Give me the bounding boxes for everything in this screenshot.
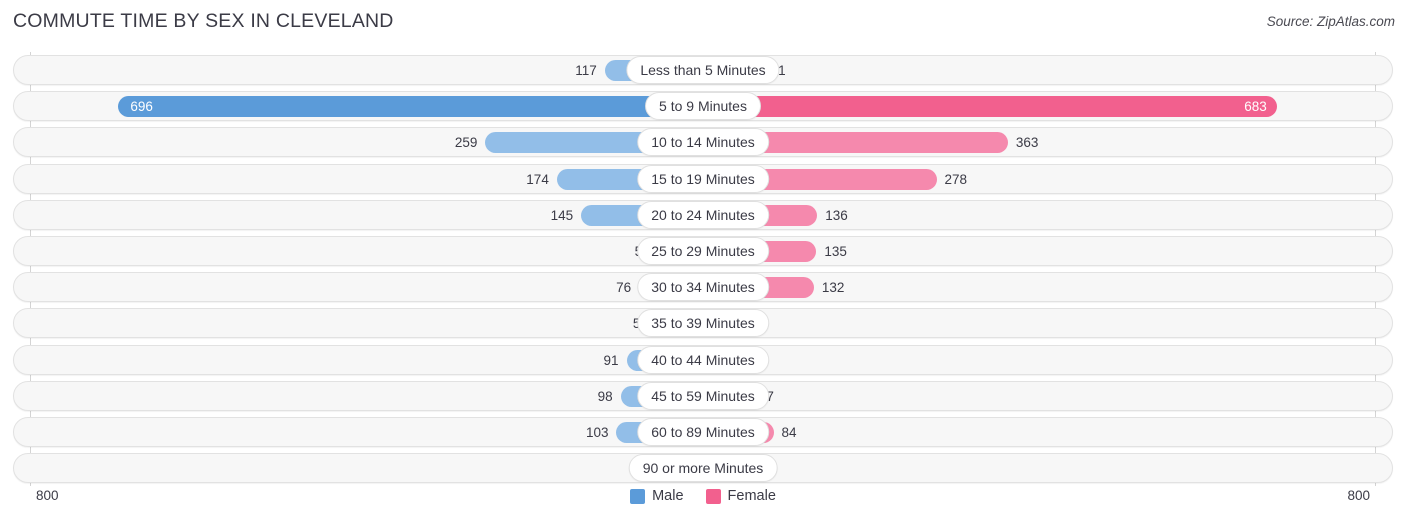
row-bars: 145 136 20 to 24 Minutes bbox=[0, 197, 1406, 233]
legend-label: Female bbox=[727, 488, 776, 504]
row-bars: 103 84 60 to 89 Minutes bbox=[0, 414, 1406, 450]
bar-male[interactable] bbox=[118, 96, 703, 118]
category-label: 15 to 19 Minutes bbox=[637, 164, 769, 193]
table-row: 696 683 5 to 9 Minutes bbox=[0, 88, 1406, 124]
bar-value-male: 145 bbox=[550, 207, 574, 223]
bar-value-female: 683 bbox=[1244, 99, 1267, 115]
page-title: COMMUTE TIME BY SEX IN CLEVELAND bbox=[13, 10, 394, 32]
category-label: 35 to 39 Minutes bbox=[637, 309, 769, 338]
table-row: 11771Less than 5 Minutes bbox=[0, 52, 1406, 88]
bar-value-female: 136 bbox=[825, 207, 848, 223]
bar-value-male: 696 bbox=[130, 99, 153, 115]
table-row: 174 278 15 to 19 Minutes bbox=[0, 161, 1406, 197]
bar-value-male: 91 bbox=[603, 352, 619, 368]
bar-value-male: 98 bbox=[597, 388, 613, 404]
table-row: 985745 to 59 Minutes bbox=[0, 378, 1406, 414]
source-attribution: Source: ZipAtlas.com bbox=[1266, 14, 1395, 29]
bar-value-male: 117 bbox=[575, 63, 597, 78]
bar-value-female: 363 bbox=[1015, 135, 1039, 151]
table-row: 5413525 to 29 Minutes bbox=[0, 233, 1406, 269]
category-label: 10 to 14 Minutes bbox=[637, 128, 769, 157]
chart-container: COMMUTE TIME BY SEX IN CLEVELAND Source:… bbox=[0, 0, 1406, 523]
category-label: 30 to 34 Minutes bbox=[637, 273, 769, 302]
table-row: 281990 or more Minutes bbox=[0, 450, 1406, 486]
category-label: 45 to 59 Minutes bbox=[637, 381, 769, 410]
bar-rows: 11771Less than 5 Minutes 696 683 5 to 9 Min… bbox=[0, 52, 1406, 486]
row-bars: 562335 to 39 Minutes bbox=[0, 305, 1406, 341]
row-bars: 696 683 5 to 9 Minutes bbox=[0, 88, 1406, 124]
category-label: 25 to 29 Minutes bbox=[637, 236, 769, 265]
row-bars: 281990 or more Minutes bbox=[0, 450, 1406, 486]
row-bars: 5413525 to 29 Minutes bbox=[0, 233, 1406, 269]
table-row: 911540 to 44 Minutes bbox=[0, 342, 1406, 378]
table-row: 103 84 60 to 89 Minutes bbox=[0, 414, 1406, 450]
bar-value-female: 278 bbox=[944, 171, 968, 187]
legend-item-female[interactable]: Female bbox=[705, 488, 776, 504]
table-row: 259 363 10 to 14 Minutes bbox=[0, 124, 1406, 160]
row-bars: 911540 to 44 Minutes bbox=[0, 342, 1406, 378]
plot-area: 11771Less than 5 Minutes 696 683 5 to 9 Min… bbox=[0, 52, 1406, 486]
legend-swatch-icon bbox=[630, 488, 646, 504]
category-label: 40 to 44 Minutes bbox=[637, 345, 769, 374]
bar-value-male: 174 bbox=[526, 171, 549, 187]
bar-value-female: 84 bbox=[781, 424, 797, 440]
category-label: 20 to 24 Minutes bbox=[637, 200, 769, 229]
legend-item-male[interactable]: Male bbox=[630, 488, 684, 504]
chart-legend: Male Female bbox=[0, 488, 1406, 504]
table-row: 562335 to 39 Minutes bbox=[0, 305, 1406, 341]
bar-value-male: 76 bbox=[616, 280, 632, 296]
table-row: 76 132 30 to 34 Minutes bbox=[0, 269, 1406, 305]
legend-swatch-icon bbox=[705, 488, 721, 504]
row-bars: 259 363 10 to 14 Minutes bbox=[0, 124, 1406, 160]
bar-value-female: 132 bbox=[821, 280, 845, 296]
row-bars: 11771Less than 5 Minutes bbox=[0, 52, 1406, 88]
row-bars: 985745 to 59 Minutes bbox=[0, 378, 1406, 414]
bar-female[interactable] bbox=[703, 96, 1277, 118]
legend-label: Male bbox=[652, 488, 684, 504]
bar-value-male: 259 bbox=[454, 135, 478, 151]
category-label: 90 or more Minutes bbox=[628, 454, 778, 483]
category-label: Less than 5 Minutes bbox=[626, 56, 780, 84]
bar-value-male: 103 bbox=[585, 424, 609, 440]
row-bars: 174 278 15 to 19 Minutes bbox=[0, 161, 1406, 197]
category-label: 60 to 89 Minutes bbox=[637, 417, 769, 446]
table-row: 145 136 20 to 24 Minutes bbox=[0, 197, 1406, 233]
bar-value-female: 135 bbox=[824, 243, 847, 259]
row-bars: 76 132 30 to 34 Minutes bbox=[0, 269, 1406, 305]
category-label: 5 to 9 Minutes bbox=[645, 92, 761, 121]
